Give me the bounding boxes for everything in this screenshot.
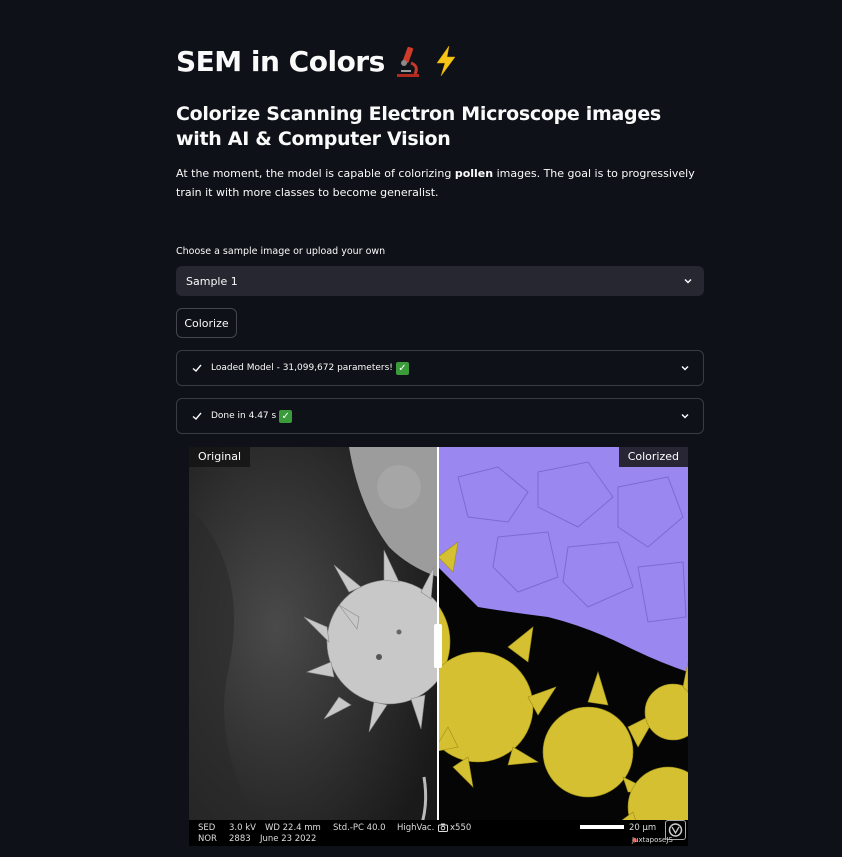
label-colorized: Colorized (618, 447, 688, 467)
info-nor: NOR (198, 834, 217, 844)
sample-select-label: Choose a sample image or upload your own (176, 246, 386, 257)
status-model-text: Loaded Model - 31,099,672 parameters! (211, 363, 393, 373)
status-done-text: Done in 4.47 s (211, 411, 277, 421)
label-original: Original (189, 447, 251, 467)
sample-select-value: Sample 1 (186, 274, 238, 288)
lightning-icon (436, 45, 456, 77)
status-model-expander[interactable]: Loaded Model - 31,099,672 parameters! ✓ (176, 350, 704, 386)
chevron-down-icon (681, 365, 689, 371)
description: At the moment, the model is capable of c… (176, 164, 704, 202)
check-icon (192, 364, 202, 372)
info-num: 2883 (229, 834, 251, 844)
chevron-down-icon (681, 413, 689, 419)
info-sed: SED (198, 823, 216, 833)
info-scale: 20 µm (629, 823, 657, 833)
desc-bold: pollen (454, 167, 494, 180)
colorized-image (438, 447, 688, 846)
info-kv: 3.0 kV (229, 823, 256, 833)
slider-handle[interactable] (434, 624, 442, 668)
check-mark-emoji-icon: ✓ (395, 361, 409, 375)
title-text: SEM in Colors (176, 44, 385, 78)
original-image (189, 447, 438, 846)
chevron-down-icon (684, 278, 692, 284)
page-title: SEM in Colors (176, 44, 461, 78)
info-wd: WD 22.4 mm (265, 823, 321, 833)
credit-text: JuxtaposeJS (632, 836, 673, 844)
microscope-icon (396, 46, 419, 77)
info-date: June 23 2022 (260, 834, 317, 844)
info-std: Std.-PC 40.0 (333, 823, 386, 833)
page-subtitle: Colorize Scanning Electron Microscope im… (176, 103, 661, 150)
check-icon (192, 412, 202, 420)
scale-bar (580, 825, 624, 829)
info-mag: x550 (450, 823, 472, 833)
image-comparison-slider[interactable]: Original Colorized SED 3.0 kV WD 22.4 mm… (189, 447, 688, 846)
check-mark-emoji-icon: ✓ (279, 409, 293, 423)
info-vac: HighVac. (397, 823, 435, 833)
status-done-expander[interactable]: Done in 4.47 s ✓ (176, 398, 704, 434)
camera-icon (438, 823, 448, 835)
sem-info-bar: SED 3.0 kV WD 22.4 mm Std.-PC 40.0 HighV… (189, 820, 688, 846)
desc-pre: At the moment, the model is capable of c… (176, 167, 455, 180)
sample-select[interactable]: Sample 1 (176, 266, 704, 296)
colorize-button[interactable]: Colorize (176, 308, 237, 338)
